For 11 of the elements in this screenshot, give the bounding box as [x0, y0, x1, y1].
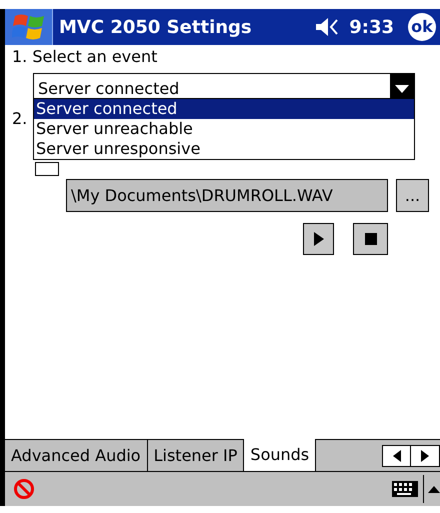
ok-button[interactable]: ok [408, 13, 436, 41]
dropdown-option[interactable]: Server unreachable [34, 119, 414, 139]
clock-time[interactable]: 9:33 [349, 14, 394, 40]
window-title: MVC 2050 Settings [59, 16, 252, 40]
browse-button[interactable]: ... [396, 179, 429, 212]
step-label: 2. [12, 109, 28, 129]
dropdown-option[interactable]: Server unresponsive [34, 139, 414, 159]
tab[interactable]: Sounds [244, 439, 316, 471]
dropdown-option[interactable]: Server connected [34, 99, 414, 119]
step-label: 1. Select an event [11, 46, 158, 67]
file-path-field[interactable]: \My Documents\DRUMROLL.WAV [66, 179, 388, 212]
